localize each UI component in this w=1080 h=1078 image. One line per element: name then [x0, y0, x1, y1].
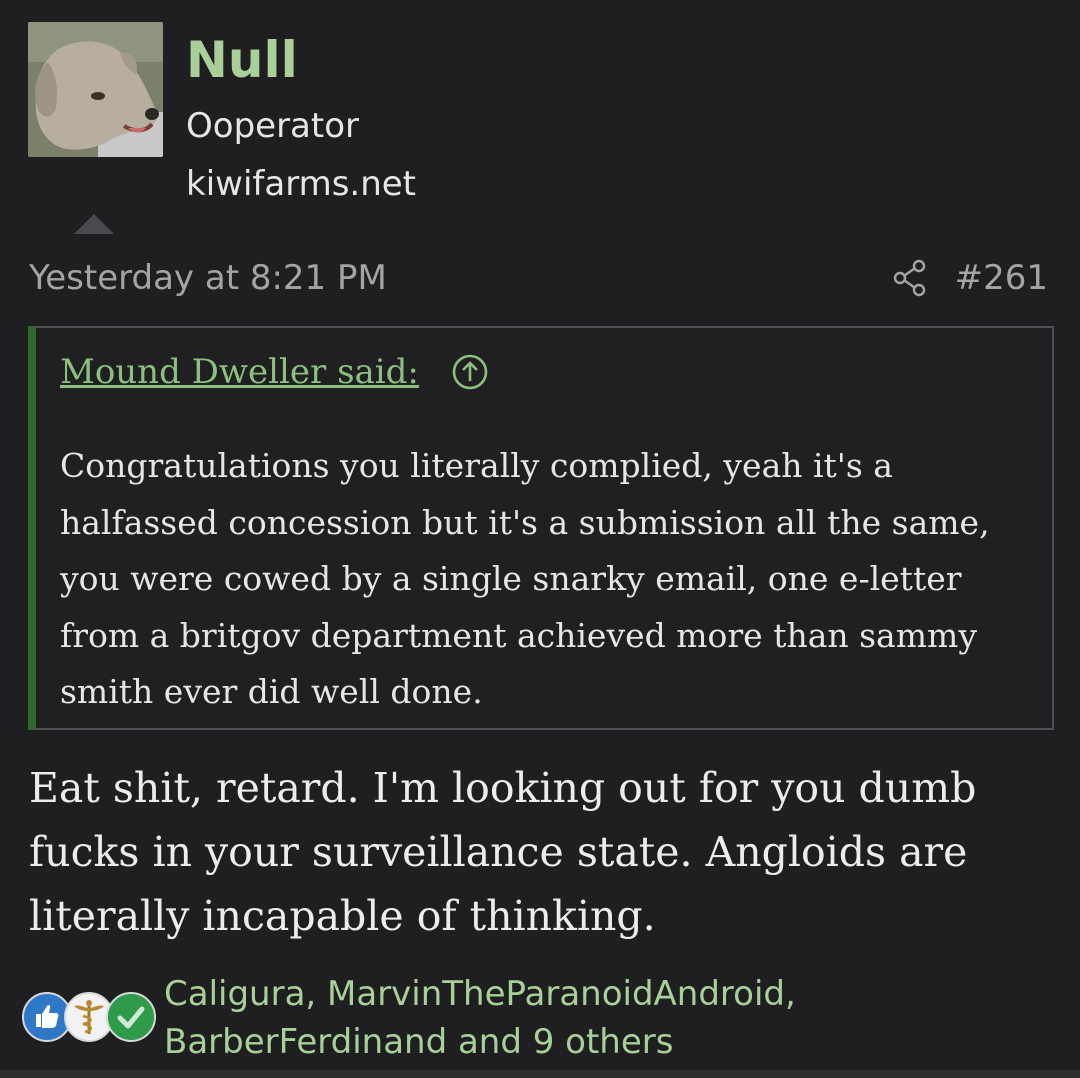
checkmark-icon — [106, 992, 156, 1042]
reaction-users-link[interactable]: Caligura, MarvinTheParanoidAndroid, Barb… — [164, 970, 1044, 1066]
quote-block: Mound Dweller said: Congratulations you … — [28, 326, 1054, 730]
share-icon[interactable] — [892, 259, 928, 297]
arrow-up-circle-icon[interactable] — [452, 354, 488, 390]
post-number[interactable]: #261 — [955, 256, 1048, 300]
avatar-caret — [74, 214, 114, 234]
author-title: Ooperator — [186, 106, 359, 146]
avatar[interactable] — [28, 22, 163, 157]
post-divider — [0, 1070, 1080, 1078]
quote-attribution[interactable]: Mound Dweller said: — [60, 348, 419, 396]
dog-avatar-icon — [28, 22, 163, 157]
reaction-summary[interactable] — [22, 992, 162, 1046]
author-name[interactable]: Null — [186, 30, 298, 90]
post-message: Eat shit, retard. I'm looking out for yo… — [29, 764, 977, 940]
post-date[interactable]: Yesterday at 8:21 PM — [29, 256, 387, 300]
quote-text: Congratulations you literally complied, … — [60, 446, 990, 711]
author-extra: kiwifarms.net — [186, 164, 417, 204]
